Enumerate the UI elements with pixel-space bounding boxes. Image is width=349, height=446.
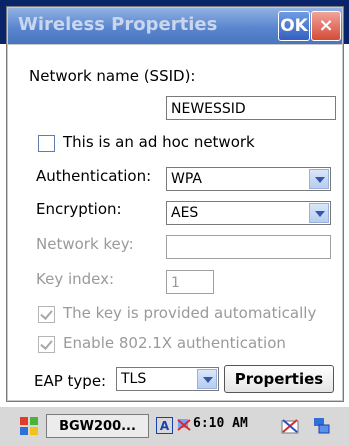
network-key-label: Network key: (36, 235, 134, 253)
close-button[interactable]: × (311, 11, 341, 41)
properties-button[interactable]: Properties (224, 365, 334, 393)
desktop-icon[interactable] (312, 416, 332, 436)
encryption-select[interactable]: AES (166, 201, 331, 225)
chevron-down-icon[interactable] (309, 203, 329, 223)
enable-8021x-checkbox[interactable] (38, 336, 55, 353)
key-index-label: Key index: (36, 270, 115, 288)
network-status-icon[interactable] (176, 416, 192, 434)
chevron-down-icon[interactable] (197, 369, 217, 389)
input-mode-icon[interactable]: A (156, 417, 173, 434)
network-key-input[interactable] (166, 235, 331, 259)
dialog-content: Network name (SSID): NEWESSID This is an… (8, 45, 342, 400)
key-index-input[interactable]: 1 (166, 270, 214, 294)
ssid-label: Network name (SSID): (29, 67, 196, 85)
ssid-input[interactable]: NEWESSID (166, 96, 336, 120)
sync-icon[interactable] (280, 416, 300, 436)
title-bar: Wireless Properties OK × (8, 8, 342, 44)
eap-type-select[interactable]: TLS (116, 367, 219, 391)
adhoc-label: This is an ad hoc network (63, 133, 255, 151)
authentication-value: WPA (171, 171, 202, 187)
wireless-properties-dialog: Wireless Properties OK × Network name (S… (6, 6, 344, 402)
auto-key-label: The key is provided automatically (63, 304, 317, 322)
ok-button[interactable]: OK (278, 11, 310, 41)
adhoc-checkbox[interactable] (38, 135, 55, 152)
eap-type-label: EAP type: (34, 372, 107, 390)
clock[interactable]: 6:10 AM (193, 416, 248, 431)
authentication-label: Authentication: (36, 167, 152, 185)
encryption-label: Encryption: (36, 200, 122, 218)
encryption-value: AES (171, 205, 199, 221)
taskbar: BGW200... A 6:10 AM (0, 406, 349, 446)
eap-type-value: TLS (121, 371, 147, 387)
taskbar-app-button[interactable]: BGW200... (46, 414, 149, 438)
auto-key-checkbox[interactable] (38, 306, 55, 323)
dialog-title: Wireless Properties (18, 14, 218, 35)
windows-start-icon[interactable] (18, 415, 40, 437)
chevron-down-icon[interactable] (309, 169, 329, 189)
authentication-select[interactable]: WPA (166, 167, 331, 191)
enable-8021x-label: Enable 802.1X authentication (63, 334, 286, 352)
